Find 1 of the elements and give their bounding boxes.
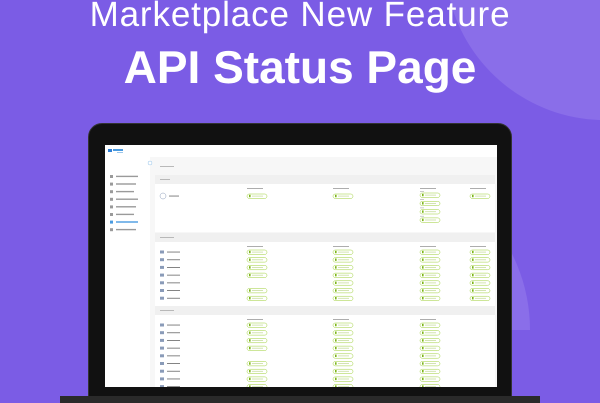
headline-kicker: Marketplace New Feature	[90, 0, 510, 32]
